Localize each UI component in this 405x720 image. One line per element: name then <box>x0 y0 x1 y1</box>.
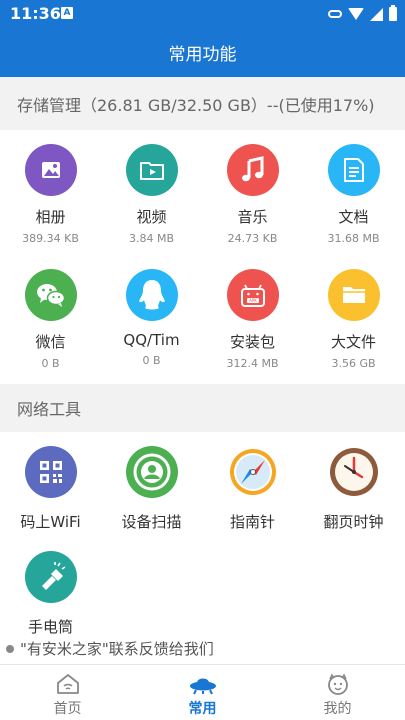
tool-flashlight[interactable]: 手电筒 <box>0 551 101 637</box>
storage-item-label: 大文件 <box>330 333 376 351</box>
status-bar: 11:36 A <box>0 0 405 28</box>
battery-icon <box>389 5 397 21</box>
notification-icon: A <box>61 7 73 19</box>
storage-item-label: 音乐 <box>237 208 268 226</box>
folder-icon <box>327 269 380 321</box>
storage-item-label: 相册 <box>35 208 66 226</box>
storage-item-label: 视频 <box>136 208 167 226</box>
tool-label: 设备扫描 <box>121 513 182 531</box>
storage-item-label: 文档 <box>338 208 369 226</box>
device-scan-icon <box>125 446 178 498</box>
storage-item-label: 安装包 <box>229 333 275 351</box>
storage-item-music[interactable]: 音乐 24.73 KB <box>202 144 303 245</box>
status-indicators <box>328 5 397 23</box>
tool-label: 指南针 <box>229 513 275 531</box>
apk-icon: APK <box>226 269 279 321</box>
bullet-icon <box>6 644 14 653</box>
feedback-notice[interactable]: "有安米之家"联系反馈给我们 <box>6 638 214 659</box>
storage-item-album[interactable]: 相册 389.34 KB <box>0 144 101 245</box>
page-title: 常用功能 <box>168 45 237 65</box>
storage-item-large-files[interactable]: 大文件 3.56 GB <box>303 269 404 370</box>
home-icon <box>56 674 79 694</box>
storage-section-header: 存储管理（26.81 GB/32.50 GB）--(已使用17%) <box>0 77 405 130</box>
face-icon <box>327 673 348 695</box>
storage-item-label: 微信 <box>35 333 66 351</box>
signal-icon <box>370 7 383 21</box>
storage-item-apk[interactable]: APK 安装包 312.4 MB <box>202 269 303 370</box>
storage-item-document[interactable]: 文档 31.68 MB <box>303 144 404 245</box>
wifi-icon <box>348 8 364 20</box>
tool-label: 码上WiFi <box>20 513 81 531</box>
nav-label: 首页 <box>53 701 82 717</box>
storage-item-label: QQ/Tim <box>123 331 180 349</box>
nav-item-mine[interactable]: 我的 <box>270 665 405 720</box>
tool-compass[interactable]: 指南针 <box>202 446 303 532</box>
storage-item-wechat[interactable]: 微信 0 B <box>0 269 101 370</box>
tool-flip-clock[interactable]: 翻页时钟 <box>303 446 404 532</box>
wechat-icon <box>24 269 77 321</box>
vpn-key-icon <box>328 10 342 18</box>
tool-label: 手电筒 <box>27 618 73 636</box>
compass-icon <box>227 446 279 498</box>
nav-label: 常用 <box>188 701 217 717</box>
clock-icon <box>328 446 380 498</box>
photo-icon <box>24 144 77 196</box>
tool-wifi-qr[interactable]: 码上WiFi <box>0 446 101 532</box>
storage-item-size: 0 B <box>142 354 161 367</box>
nav-item-common[interactable]: 常用 <box>135 665 270 720</box>
tool-device-scan[interactable]: 设备扫描 <box>101 446 202 532</box>
storage-item-size: 3.56 GB <box>331 357 376 370</box>
storage-item-size: 389.34 KB <box>22 232 79 245</box>
network-section-header: 网络工具 <box>0 384 405 432</box>
app-header: 11:36 A 常用功能 <box>0 0 405 77</box>
storage-item-size: 24.73 KB <box>227 232 278 245</box>
flashlight-icon <box>24 551 77 603</box>
storage-item-qq[interactable]: QQ/Tim 0 B <box>101 269 202 367</box>
document-icon <box>327 144 380 196</box>
bottom-nav: 首页 常用 我的 <box>0 664 405 720</box>
tool-label: 翻页时钟 <box>323 513 384 531</box>
nav-label: 我的 <box>323 701 352 717</box>
qr-code-icon <box>24 446 77 498</box>
storage-item-size: 31.68 MB <box>327 232 380 245</box>
qq-icon <box>125 269 178 321</box>
storage-item-size: 3.84 MB <box>128 232 175 245</box>
nav-item-home[interactable]: 首页 <box>0 665 135 720</box>
storage-item-video[interactable]: 视频 3.84 MB <box>101 144 202 245</box>
storage-item-size: 312.4 MB <box>226 357 279 370</box>
video-folder-icon <box>125 144 178 196</box>
music-note-icon <box>226 144 279 196</box>
ufo-icon <box>189 678 216 695</box>
feedback-notice-text: "有安米之家"联系反馈给我们 <box>20 640 214 658</box>
status-time: 11:36 <box>10 4 61 23</box>
storage-item-size: 0 B <box>41 357 60 370</box>
svg-text:APK: APK <box>249 298 257 303</box>
